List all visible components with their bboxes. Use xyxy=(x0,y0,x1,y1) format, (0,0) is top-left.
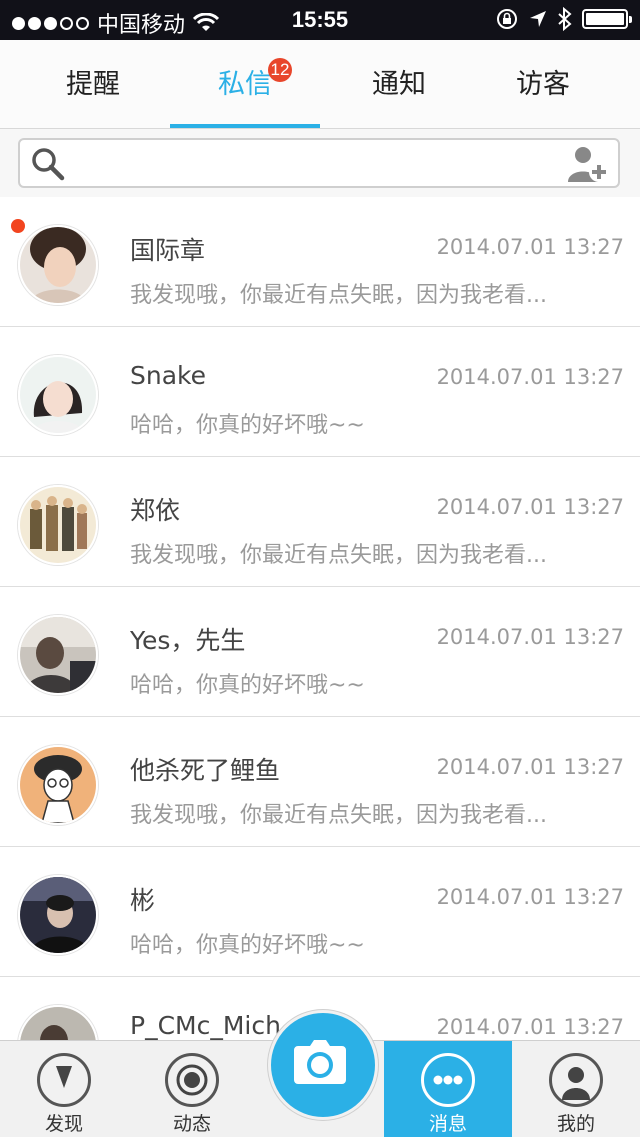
message-time: 2014.07.01 13:27 xyxy=(436,1015,624,1039)
discover-icon xyxy=(37,1053,91,1107)
tab-reminders[interactable]: 提醒 xyxy=(18,40,168,128)
conversation-row[interactable]: 彬 2014.07.01 13:27 哈哈，你真的好坏哦~~ xyxy=(0,847,640,977)
tab-visitors[interactable]: 访客 xyxy=(468,40,618,128)
nav-profile[interactable]: 我的 xyxy=(512,1041,640,1137)
message-preview: 哈哈，你真的好坏哦~~ xyxy=(130,933,365,958)
conversation-row[interactable]: 国际章 2014.07.01 13:27 我发现哦，你最近有点失眠，因为我老看.… xyxy=(0,197,640,327)
contact-name: 郑依 xyxy=(130,496,181,525)
tab-label: 访客 xyxy=(516,69,570,100)
tab-label: 私信 xyxy=(218,69,272,100)
status-bar: 中国移动 15:55 xyxy=(0,0,640,40)
tab-label: 通知 xyxy=(372,69,426,100)
message-time: 2014.07.01 13:27 xyxy=(436,495,624,519)
conversation-row[interactable]: Snake 2014.07.01 13:27 哈哈，你真的好坏哦~~ xyxy=(0,327,640,457)
contact-name: P_CMc_Mich xyxy=(130,1011,281,1040)
add-friend-icon[interactable] xyxy=(566,144,610,184)
search-input[interactable] xyxy=(80,148,554,180)
nav-discover[interactable]: 发现 xyxy=(0,1041,128,1137)
rotation-lock-icon xyxy=(497,9,517,29)
nav-messages[interactable]: 消息 xyxy=(384,1041,512,1137)
contact-name: 彬 xyxy=(130,886,156,915)
contact-name: Snake xyxy=(130,361,207,390)
camera-icon xyxy=(294,1040,346,1084)
message-preview: 我发现哦，你最近有点失眠，因为我老看... xyxy=(130,803,547,828)
avatar xyxy=(18,485,98,565)
active-tab-indicator xyxy=(170,124,320,128)
location-arrow-icon xyxy=(530,11,546,27)
conversation-row[interactable]: 他杀死了鲤鱼 2014.07.01 13:27 我发现哦，你最近有点失眠，因为我… xyxy=(0,717,640,847)
nav-label: 我的 xyxy=(556,1113,595,1135)
battery-icon xyxy=(582,9,632,29)
message-time: 2014.07.01 13:27 xyxy=(436,885,624,909)
message-time: 2014.07.01 13:27 xyxy=(436,755,624,779)
conversation-row[interactable]: Yes，先生 2014.07.01 13:27 哈哈，你真的好坏哦~~ xyxy=(0,587,640,717)
message-time: 2014.07.01 13:27 xyxy=(436,235,624,259)
conversation-list: 国际章 2014.07.01 13:27 我发现哦，你最近有点失眠，因为我老看.… xyxy=(0,197,640,1040)
message-tabs: 提醒 私信 12 通知 访客 xyxy=(0,40,640,129)
message-time: 2014.07.01 13:27 xyxy=(436,625,624,649)
avatar xyxy=(18,745,98,825)
tab-private-messages[interactable]: 私信 12 xyxy=(170,40,320,128)
message-time: 2014.07.01 13:27 xyxy=(436,365,624,389)
search-area xyxy=(0,129,640,197)
nav-label: 动态 xyxy=(172,1113,211,1135)
profile-icon xyxy=(549,1053,603,1107)
avatar xyxy=(18,875,98,955)
camera-button[interactable] xyxy=(268,1010,378,1120)
contact-name: 国际章 xyxy=(130,236,206,265)
nav-label: 消息 xyxy=(428,1113,467,1135)
tab-label: 提醒 xyxy=(66,69,120,100)
unread-count-badge: 12 xyxy=(268,58,292,82)
avatar xyxy=(18,355,98,435)
messages-icon xyxy=(421,1053,475,1107)
nav-label: 发现 xyxy=(44,1113,83,1135)
contact-name: Yes，先生 xyxy=(130,626,246,655)
message-preview: 哈哈，你真的好坏哦~~ xyxy=(130,673,365,698)
avatar xyxy=(18,225,98,305)
message-preview: 我发现哦，你最近有点失眠，因为我老看... xyxy=(130,543,547,568)
nav-feed[interactable]: 动态 xyxy=(128,1041,256,1137)
search-bar xyxy=(18,138,620,188)
tab-notifications[interactable]: 通知 xyxy=(324,40,474,128)
conversation-row[interactable]: 郑依 2014.07.01 13:27 我发现哦，你最近有点失眠，因为我老看..… xyxy=(0,457,640,587)
search-icon xyxy=(32,148,65,181)
avatar xyxy=(18,1005,98,1040)
bluetooth-icon xyxy=(558,7,572,31)
message-preview: 我发现哦，你最近有点失眠，因为我老看... xyxy=(130,283,547,308)
unread-dot xyxy=(11,219,25,233)
avatar xyxy=(18,615,98,695)
feed-icon xyxy=(165,1053,219,1107)
message-preview: 哈哈，你真的好坏哦~~ xyxy=(130,413,365,438)
contact-name: 他杀死了鲤鱼 xyxy=(130,756,281,785)
